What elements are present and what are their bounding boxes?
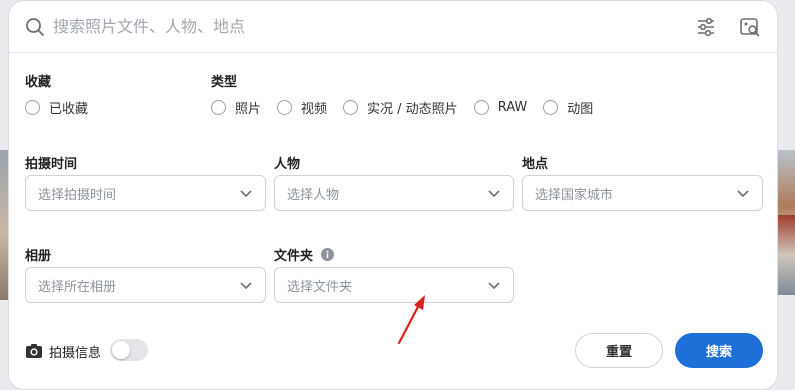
background-photo-right-lower <box>775 215 795 295</box>
favorites-options: 已收藏 <box>25 98 104 117</box>
toggle-knob <box>112 341 130 359</box>
folder-placeholder: 选择文件夹 <box>287 279 353 295</box>
filter-sliders-icon[interactable] <box>695 16 717 38</box>
shoot-info-label: 拍摄信息 <box>49 346 102 361</box>
search-filter-panel: 收藏 已收藏 类型 照片 视频 实况 / 动态照片 RAW 动图 <box>8 0 778 390</box>
people-label: 人物 <box>274 153 300 172</box>
chevron-down-icon <box>240 190 252 198</box>
location-placeholder: 选择国家城市 <box>535 187 614 203</box>
radio-circle[interactable] <box>211 100 226 115</box>
search-bar <box>9 1 777 53</box>
radio-type-animated[interactable]: 动图 <box>543 98 593 117</box>
radio-circle[interactable] <box>543 100 559 115</box>
album-label-text: 相册 <box>25 249 52 264</box>
annotation-arrow-icon <box>397 295 425 345</box>
people-label-text: 人物 <box>274 157 301 172</box>
radio-type-photo[interactable]: 照片 <box>211 98 261 117</box>
chevron-down-icon <box>488 282 500 290</box>
radio-favorited[interactable]: 已收藏 <box>25 98 88 117</box>
people-placeholder: 选择人物 <box>287 187 340 203</box>
type-title: 类型 <box>211 75 238 90</box>
shoot-time-label: 拍摄时间 <box>25 153 77 172</box>
search-input[interactable] <box>53 17 671 36</box>
album-select[interactable]: 选择所在相册 <box>25 267 266 303</box>
album-label: 相册 <box>25 245 51 264</box>
radio-circle[interactable] <box>277 100 293 115</box>
location-label: 地点 <box>522 153 548 172</box>
radio-circle[interactable] <box>343 100 359 115</box>
people-select[interactable]: 选择人物 <box>274 175 514 211</box>
radio-label: 视频 <box>301 102 328 117</box>
favorites-title: 收藏 <box>25 75 52 90</box>
folder-label-text: 文件夹 <box>274 249 314 264</box>
shoot-time-select[interactable]: 选择拍摄时间 <box>25 175 266 211</box>
image-search-icon[interactable] <box>739 16 761 38</box>
search-icon <box>26 17 44 36</box>
location-label-text: 地点 <box>522 157 549 172</box>
folder-label: 文件夹 <box>274 245 335 264</box>
chevron-down-icon <box>737 190 749 198</box>
chevron-down-icon <box>240 282 252 290</box>
radio-label: 已收藏 <box>49 102 89 117</box>
radio-label: 照片 <box>235 102 262 117</box>
location-select[interactable]: 选择国家城市 <box>522 175 763 211</box>
shoot-time-placeholder: 选择拍摄时间 <box>38 187 117 203</box>
radio-label: 动图 <box>567 102 594 117</box>
album-placeholder: 选择所在相册 <box>38 279 117 295</box>
radio-circle[interactable] <box>473 100 489 115</box>
reset-button[interactable]: 重置 <box>575 333 663 368</box>
radio-type-live-photo[interactable]: 实况 / 动态照片 <box>343 98 458 117</box>
info-icon[interactable] <box>321 248 335 261</box>
shoot-time-label-text: 拍摄时间 <box>25 157 78 172</box>
camera-icon <box>26 344 42 358</box>
radio-label: 实况 / 动态照片 <box>367 102 458 117</box>
radio-type-raw[interactable]: RAW <box>473 100 528 115</box>
shoot-info-toggle[interactable] <box>110 339 148 361</box>
chevron-down-icon <box>488 190 500 198</box>
search-button[interactable]: 搜索 <box>675 333 763 368</box>
radio-type-video[interactable]: 视频 <box>277 98 327 117</box>
radio-circle[interactable] <box>25 100 40 115</box>
radio-label: RAW <box>497 100 528 115</box>
type-options: 照片 视频 实况 / 动态照片 RAW 动图 <box>211 98 609 117</box>
